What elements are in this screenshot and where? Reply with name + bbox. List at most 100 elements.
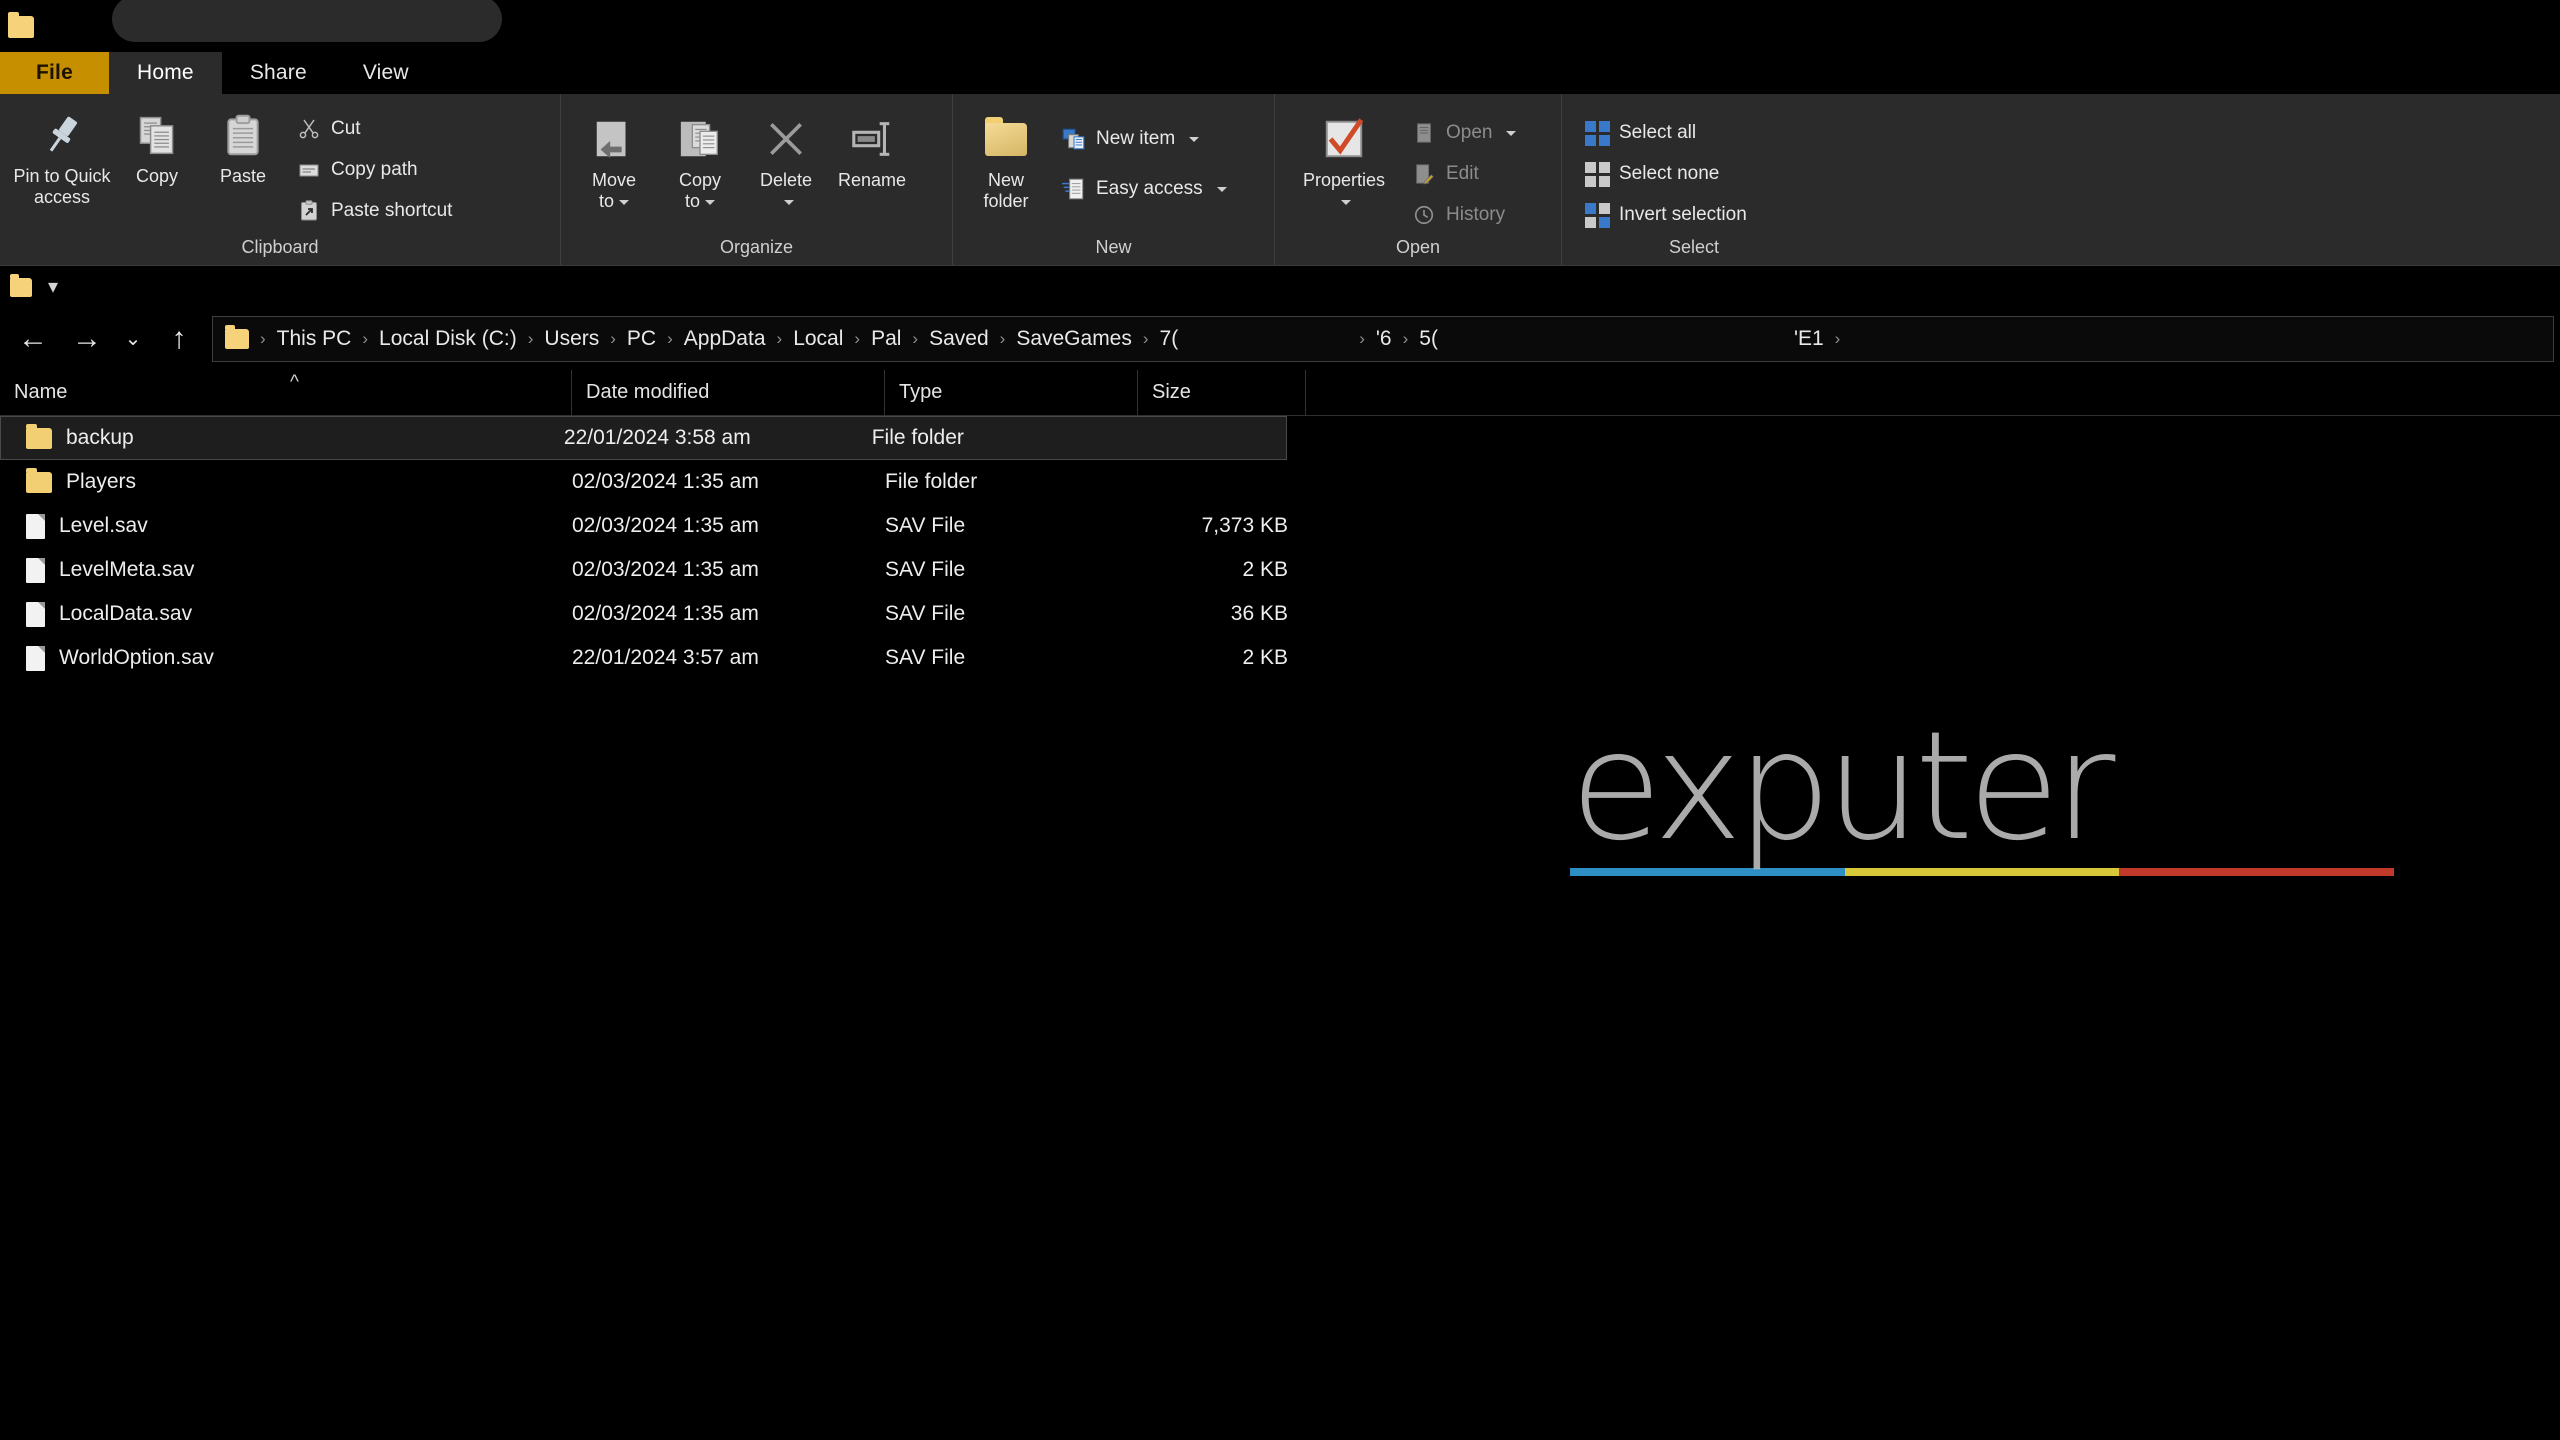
table-row[interactable]: Players 02/03/2024 1:35 am File folder — [0, 460, 2560, 504]
paste-shortcut-icon — [296, 198, 322, 224]
breadcrumb-item-users[interactable]: Users — [536, 323, 607, 355]
breadcrumb-item-save-id-part1[interactable]: 7( — [1152, 323, 1187, 355]
paste-label: Paste — [220, 166, 266, 187]
breadcrumb-separator: › — [774, 329, 786, 349]
breadcrumb-item-appdata[interactable]: AppData — [676, 323, 774, 355]
column-header-size[interactable]: Size — [1138, 370, 1306, 416]
file-name-cell: Players — [0, 470, 572, 494]
file-list-header: Name ^ Date modified Type Size — [0, 370, 2560, 416]
file-name-cell: WorldOption.sav — [0, 646, 572, 671]
select-none-button[interactable]: Select none — [1580, 155, 1757, 193]
table-row[interactable]: Level.sav 02/03/2024 1:35 am SAV File 7,… — [0, 504, 2560, 548]
paste-icon — [221, 108, 265, 162]
breadcrumb-item-saved[interactable]: Saved — [921, 323, 997, 355]
select-all-button[interactable]: Select all — [1580, 114, 1757, 152]
file-list[interactable]: backup 22/01/2024 3:58 am File folder Pl… — [0, 416, 2560, 680]
breadcrumb-item-save-id-part4[interactable]: 'E1 — [1786, 323, 1832, 355]
breadcrumb-separator: › — [525, 329, 537, 349]
open-button[interactable]: Open — [1407, 114, 1526, 152]
new-folder-line2: folder — [983, 191, 1028, 211]
forward-button[interactable]: → — [60, 315, 114, 363]
new-small-commands: New item — [1057, 106, 1237, 208]
rename-button[interactable]: Rename — [829, 106, 915, 191]
file-type-cell: File folder — [872, 426, 1121, 450]
breadcrumb-item-save-id-part3[interactable]: 5( — [1411, 323, 1446, 355]
table-row[interactable]: LevelMeta.sav 02/03/2024 1:35 am SAV Fil… — [0, 548, 2560, 592]
ribbon-tabstrip: File Home Share View — [0, 52, 2560, 94]
tab-share[interactable]: Share — [222, 52, 335, 94]
open-small-commands: Open Edit — [1407, 106, 1526, 234]
breadcrumb-item-savegames[interactable]: SaveGames — [1008, 323, 1140, 355]
breadcrumb-item-pal[interactable]: Pal — [863, 323, 909, 355]
back-button[interactable]: ← — [6, 315, 60, 363]
copy-icon — [135, 108, 179, 162]
qat-customize-icon[interactable]: ▾ — [48, 277, 58, 297]
recent-locations-button[interactable]: ⌄ — [114, 315, 152, 363]
pin-to-quick-access-button[interactable]: Pin to Quick access — [10, 102, 114, 208]
tab-home[interactable]: Home — [109, 52, 222, 94]
breadcrumb-item-pc[interactable]: PC — [619, 323, 664, 355]
window-folder-icon — [8, 16, 34, 38]
file-type-cell: SAV File — [885, 558, 1138, 582]
rename-icon — [849, 112, 895, 166]
copy-path-button[interactable]: Copy path — [292, 151, 462, 189]
chevron-down-icon — [1341, 200, 1351, 205]
qat-folder-icon[interactable] — [10, 278, 32, 297]
breadcrumb-item-local[interactable]: Local — [785, 323, 851, 355]
edit-button[interactable]: Edit — [1407, 155, 1526, 193]
file-date-cell: 22/01/2024 3:58 am — [564, 426, 872, 450]
breadcrumb[interactable]: › This PC › Local Disk (C:) › Users › PC… — [212, 316, 2554, 362]
tab-view[interactable]: View — [335, 52, 437, 94]
document-icon — [26, 646, 45, 671]
open-label: Open — [1446, 122, 1492, 144]
file-name-cell: Level.sav — [0, 514, 572, 539]
new-folder-button[interactable]: New folder — [963, 106, 1049, 212]
history-label: History — [1446, 204, 1505, 226]
watermark-bar-blue — [1570, 868, 1845, 876]
copy-label: Copy — [136, 166, 178, 187]
move-to-button[interactable]: Move to — [571, 106, 657, 212]
title-bar — [0, 0, 2560, 52]
select-all-icon — [1584, 120, 1610, 146]
paste-button[interactable]: Paste — [200, 102, 286, 187]
column-header-type[interactable]: Type — [885, 370, 1138, 416]
table-row[interactable]: WorldOption.sav 22/01/2024 3:57 am SAV F… — [0, 636, 2560, 680]
select-none-icon — [1584, 161, 1610, 187]
breadcrumb-item-local-disk-c[interactable]: Local Disk (C:) — [371, 323, 525, 355]
invert-selection-icon — [1584, 202, 1610, 228]
breadcrumb-separator: › — [1400, 329, 1412, 349]
breadcrumb-item-this-pc[interactable]: This PC — [269, 323, 360, 355]
up-button[interactable]: ↑ — [152, 315, 206, 363]
file-name: Level.sav — [59, 514, 148, 538]
table-row[interactable]: LocalData.sav 02/03/2024 1:35 am SAV Fil… — [0, 592, 2560, 636]
table-row[interactable]: backup 22/01/2024 3:58 am File folder — [0, 416, 1287, 460]
easy-access-button[interactable]: Easy access — [1057, 170, 1237, 208]
group-label-clipboard: Clipboard — [0, 237, 560, 265]
copy-to-line2: to — [685, 191, 700, 211]
copy-to-button[interactable]: Copy to — [657, 106, 743, 212]
copy-button[interactable]: Copy — [114, 102, 200, 187]
file-type-cell: SAV File — [885, 514, 1138, 538]
ribbon-group-clipboard: Pin to Quick access — [0, 94, 560, 265]
column-header-name[interactable]: Name ^ — [0, 370, 572, 416]
paste-shortcut-button[interactable]: Paste shortcut — [292, 192, 462, 230]
clipboard-small-commands: Cut Copy path — [292, 102, 462, 230]
column-header-date-modified[interactable]: Date modified — [572, 370, 885, 416]
history-button[interactable]: History — [1407, 196, 1526, 234]
delete-label: Delete — [760, 170, 812, 212]
tab-file[interactable]: File — [0, 52, 109, 94]
pin-icon — [39, 108, 85, 162]
copy-path-icon — [296, 157, 322, 183]
invert-selection-label: Invert selection — [1619, 204, 1747, 226]
cut-label: Cut — [331, 118, 361, 140]
cut-button[interactable]: Cut — [292, 110, 462, 148]
new-item-button[interactable]: New item — [1057, 120, 1237, 158]
breadcrumb-separator: › — [851, 329, 863, 349]
delete-button[interactable]: Delete — [743, 106, 829, 212]
breadcrumb-item-save-id-part2[interactable]: '6 — [1368, 323, 1400, 355]
sort-ascending-icon: ^ — [290, 372, 299, 394]
file-name-cell: LocalData.sav — [0, 602, 572, 627]
file-size-cell: 2 KB — [1138, 646, 1306, 670]
invert-selection-button[interactable]: Invert selection — [1580, 196, 1757, 234]
properties-button[interactable]: Properties — [1285, 106, 1403, 212]
